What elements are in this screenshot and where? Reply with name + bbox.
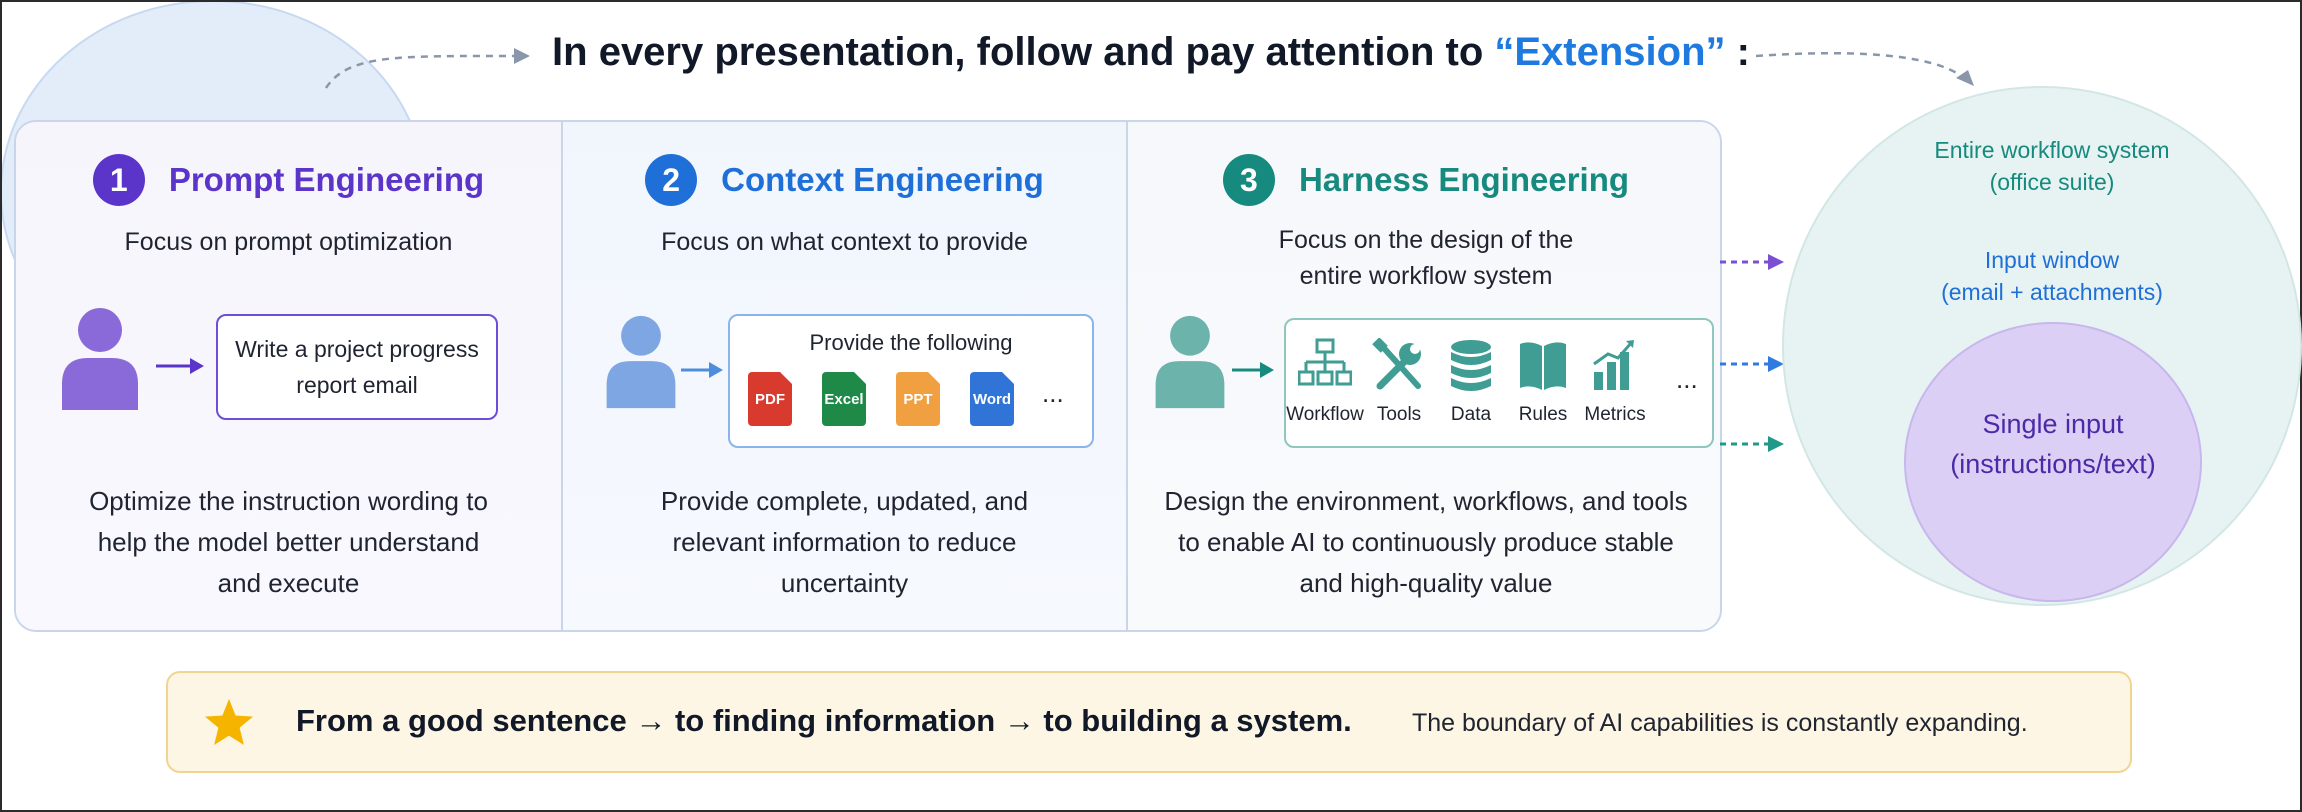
curved-arrow-left-icon	[324, 48, 530, 89]
prompt-example-box: Write a project progress report email	[216, 314, 498, 420]
title-suffix: :	[1725, 30, 1750, 74]
column-prompt-engineering: 1 Prompt Engineering Focus on prompt opt…	[16, 122, 561, 630]
middle-circle-label: Input window (email + attachments)	[1882, 244, 2222, 308]
tool-label: Metrics	[1584, 404, 1646, 425]
tool-data: Data	[1432, 338, 1510, 426]
inner-circle-line1: Single input	[1982, 409, 2124, 439]
dashed-arrow-blue-icon	[1720, 356, 1784, 372]
outer-circle-label: Entire workflow system (office suite)	[1882, 134, 2222, 198]
tool-metrics: Metrics	[1576, 338, 1654, 426]
banner-main-text: From a good sentence → to finding inform…	[296, 703, 1352, 738]
word-file-icon: Word	[970, 372, 1014, 426]
tool-label: Rules	[1518, 404, 1568, 425]
context-files-box: Provide the following PDF Excel PPT Word…	[728, 314, 1094, 448]
number-badge: 2	[645, 154, 698, 206]
summary-banner: From a good sentence → to finding inform…	[166, 671, 2132, 773]
tool-label: Data	[1450, 404, 1492, 425]
column-header: 2 Context Engineering	[563, 154, 1126, 206]
column-description: Design the environment, workflows, and t…	[1164, 486, 1688, 598]
column-context-engineering: 2 Context Engineering Focus on what cont…	[561, 122, 1126, 630]
arrow-right-icon	[681, 362, 723, 378]
star-icon	[205, 699, 253, 745]
column-header: 3 Harness Engineering	[1128, 154, 1720, 206]
book-icon	[1520, 342, 1566, 390]
column-focus: Focus on prompt optimization	[124, 228, 453, 256]
database-icon	[1451, 340, 1491, 391]
wrench-screwdriver-icon	[1372, 338, 1421, 390]
curved-arrow-right-icon	[1755, 51, 1974, 86]
column-description: Provide complete, updated, and relevant …	[660, 486, 1029, 598]
middle-circle-line2: (email + attachments)	[1941, 279, 2163, 305]
title-prefix: In every presentation, follow and pay at…	[552, 30, 1495, 74]
column-title: Harness Engineering	[1298, 161, 1630, 198]
engineering-panel: 1 Prompt Engineering Focus on prompt opt…	[14, 120, 1722, 632]
person-icon	[606, 315, 676, 409]
ppt-file-icon: PPT	[896, 372, 940, 426]
bar-chart-icon	[1593, 340, 1634, 390]
column-title: Prompt Engineering	[168, 161, 485, 198]
column-description: Optimize the instruction wording to help…	[89, 486, 488, 598]
number-badge: 1	[92, 154, 145, 206]
tool-rules: Rules	[1504, 338, 1582, 426]
column-title: Context Engineering	[721, 161, 1044, 198]
tool-label: Workflow	[1286, 404, 1364, 425]
pdf-file-icon: PDF	[748, 372, 792, 426]
harness-tools-box: Workflow Tools Data Rules Metrics ...	[1284, 318, 1714, 448]
more-ellipsis: ...	[1042, 378, 1064, 408]
dashed-arrow-purple-icon	[1720, 254, 1784, 270]
more-ellipsis: ...	[1676, 364, 1698, 394]
tool-tools: Tools	[1360, 338, 1438, 426]
excel-file-icon: Excel	[822, 372, 866, 426]
files-box-label: Provide the following	[809, 330, 1013, 355]
column-focus: Focus on what context to provide	[661, 228, 1028, 256]
column-harness-engineering: 3 Harness Engineering Focus on the desig…	[1126, 122, 1720, 630]
column-header: 1 Prompt Engineering	[16, 154, 561, 206]
tool-label: Tools	[1376, 404, 1422, 425]
dashed-arrow-teal-icon	[1720, 436, 1784, 452]
number-badge: 3	[1222, 154, 1275, 206]
arrow-right-icon	[156, 358, 204, 374]
person-icon	[62, 308, 138, 410]
workflow-icon	[1298, 338, 1352, 386]
tool-workflow: Workflow	[1286, 338, 1364, 426]
outer-circle-line2: (office suite)	[1989, 169, 2115, 195]
outer-circle-line1: Entire workflow system	[1934, 137, 2170, 163]
arrow-right-icon	[1232, 362, 1274, 378]
title-highlight: “Extension”	[1494, 30, 1726, 74]
inner-circle-line2: (instructions/text)	[1950, 449, 2156, 479]
middle-circle-line1: Input window	[1984, 247, 2120, 273]
inner-circle-label: Single input (instructions/text)	[1904, 404, 2202, 484]
column-focus: Focus on the design of the entire workfl…	[1278, 226, 1574, 290]
banner-side-text: The boundary of AI capabilities is const…	[1412, 709, 2028, 737]
person-icon	[1155, 315, 1225, 409]
